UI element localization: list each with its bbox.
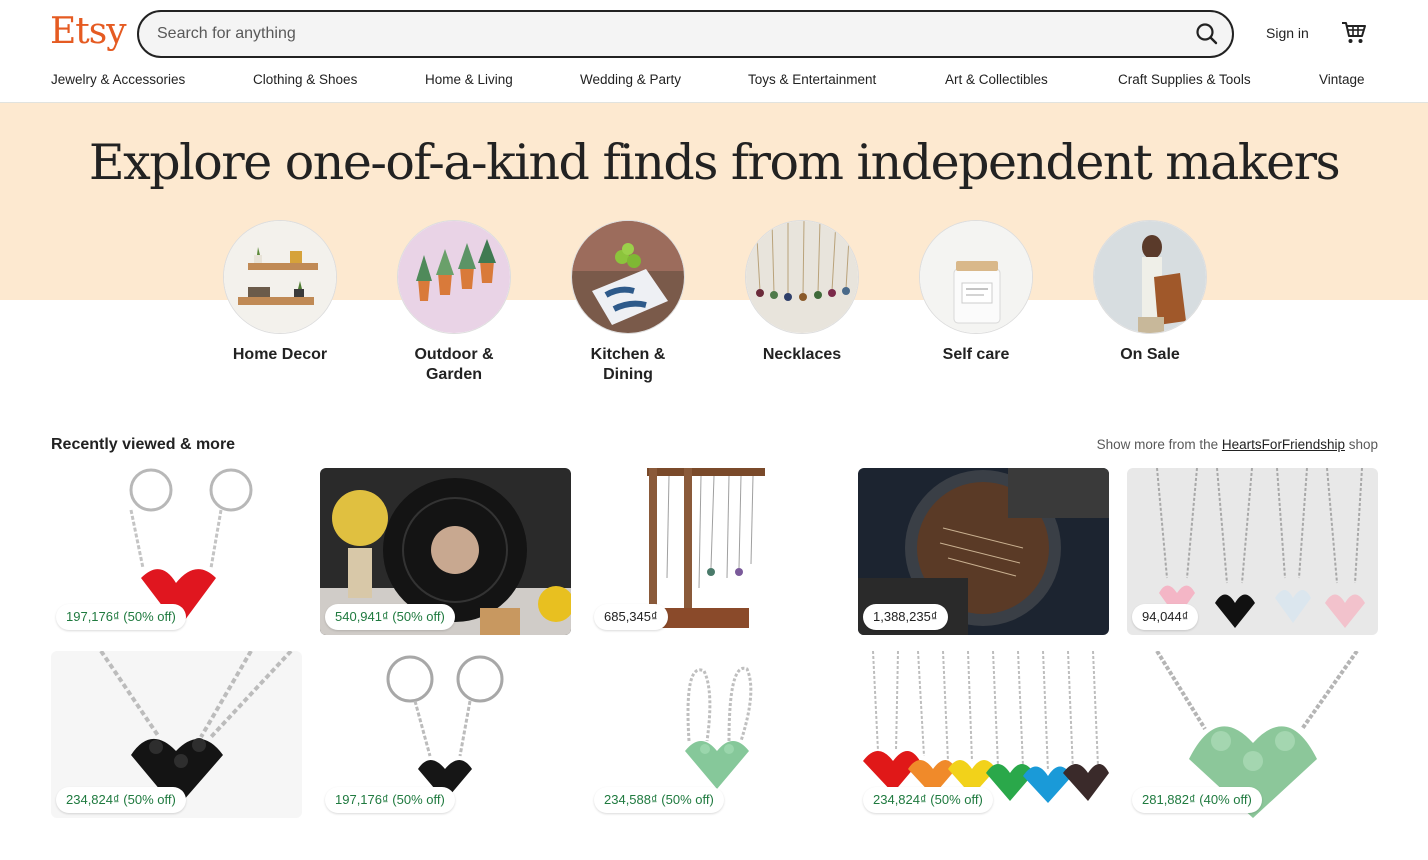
nav-home-living[interactable]: Home & Living: [425, 72, 513, 87]
price-badge: 197,176₫ (50% off): [325, 787, 455, 813]
circle-category-kitchen-dining[interactable]: Kitchen & Dining: [541, 220, 715, 385]
nav-toys-entertainment[interactable]: Toys & Entertainment: [748, 72, 876, 87]
circle-label-line: On Sale: [1120, 346, 1180, 363]
product-card[interactable]: 234,824₫ (50% off): [51, 651, 302, 818]
product-card[interactable]: 197,176₫ (50% off): [51, 468, 302, 635]
self-care-image: [919, 220, 1033, 334]
circle-category-home-decor[interactable]: Home Decor: [193, 220, 367, 365]
nav-vintage[interactable]: Vintage: [1319, 72, 1365, 87]
sign-in-link[interactable]: Sign in: [1266, 25, 1309, 41]
product-card[interactable]: 94,044₫: [1127, 468, 1378, 635]
circle-label: Home Decor: [193, 345, 367, 365]
product-card[interactable]: 1,388,235₫: [858, 468, 1109, 635]
product-card[interactable]: 234,824₫ (50% off): [858, 651, 1109, 818]
category-nav: Jewelry & Accessories Clothing & Shoes H…: [0, 72, 1428, 94]
circle-label: On Sale: [1063, 345, 1237, 365]
circle-category-necklaces[interactable]: Necklaces: [715, 220, 889, 365]
recently-viewed-title: Recently viewed & more: [51, 436, 236, 453]
price-badge: 1,388,235₫: [863, 604, 948, 630]
site-header: Etsy Sign in Jewelry & Accessories Cloth…: [0, 0, 1428, 103]
cart-button[interactable]: [1340, 19, 1368, 47]
circle-label-line: Garden: [425, 366, 482, 383]
shop-link[interactable]: HeartsForFriendship: [1222, 437, 1345, 452]
shopping-cart-icon: [1342, 22, 1366, 43]
on-sale-image: [1093, 220, 1207, 334]
price-badge: 540,941₫ (50% off): [325, 604, 455, 630]
product-card[interactable]: 234,588₫ (50% off): [589, 651, 840, 818]
circle-label-line: Kitchen &: [590, 346, 666, 363]
show-more-suffix: shop: [1344, 437, 1378, 452]
price-badge: 234,824₫ (50% off): [863, 787, 993, 813]
circle-label: Necklaces: [715, 345, 889, 365]
necklaces-image: [745, 220, 859, 334]
show-more-prefix: Show more from the: [1096, 437, 1222, 452]
product-card[interactable]: 685,345₫: [589, 468, 840, 635]
price-badge: 197,176₫ (50% off): [56, 604, 186, 630]
search-button[interactable]: [1192, 19, 1222, 49]
hero-title: Explore one-of-a-kind finds from indepen…: [88, 134, 1341, 191]
nav-jewelry-accessories[interactable]: Jewelry & Accessories: [51, 72, 185, 87]
circle-label-line: Home Decor: [232, 346, 328, 363]
outdoor-garden-image: [397, 220, 511, 334]
nav-clothing-shoes[interactable]: Clothing & Shoes: [253, 72, 357, 87]
kitchen-dining-image: [571, 220, 685, 334]
product-card[interactable]: 540,941₫ (50% off): [320, 468, 571, 635]
search-icon: [1196, 23, 1218, 45]
product-card[interactable]: 281,882₫ (40% off): [1127, 651, 1378, 818]
search-input[interactable]: [157, 22, 1157, 46]
home-decor-image: [223, 220, 337, 334]
circle-label: Self care: [889, 345, 1063, 365]
circle-category-outdoor-garden[interactable]: Outdoor & Garden: [367, 220, 541, 385]
price-badge: 234,824₫ (50% off): [56, 787, 186, 813]
circle-label-line: Self care: [942, 346, 1010, 363]
circle-category-on-sale[interactable]: On Sale: [1063, 220, 1237, 365]
show-more-shop: Show more from the HeartsForFriendship s…: [1097, 437, 1378, 452]
nav-craft-supplies-tools[interactable]: Craft Supplies & Tools: [1118, 72, 1251, 87]
circle-label: Outdoor & Garden: [367, 345, 541, 385]
product-card[interactable]: 197,176₫ (50% off): [320, 651, 571, 818]
nav-art-collectibles[interactable]: Art & Collectibles: [945, 72, 1048, 87]
circle-label-line: Dining: [603, 366, 653, 383]
price-badge: 234,588₫ (50% off): [594, 787, 724, 813]
circle-label-line: Necklaces: [762, 346, 842, 363]
circle-label: Kitchen & Dining: [541, 345, 715, 385]
etsy-logo[interactable]: Etsy: [50, 11, 127, 52]
circle-label-line: Outdoor &: [414, 346, 494, 363]
price-badge: 281,882₫ (40% off): [1132, 787, 1262, 813]
circle-category-self-care[interactable]: Self care: [889, 220, 1063, 365]
price-badge: 685,345₫: [594, 604, 668, 630]
search-bar: [137, 10, 1234, 58]
nav-wedding-party[interactable]: Wedding & Party: [580, 72, 681, 87]
price-badge: 94,044₫: [1132, 604, 1199, 630]
